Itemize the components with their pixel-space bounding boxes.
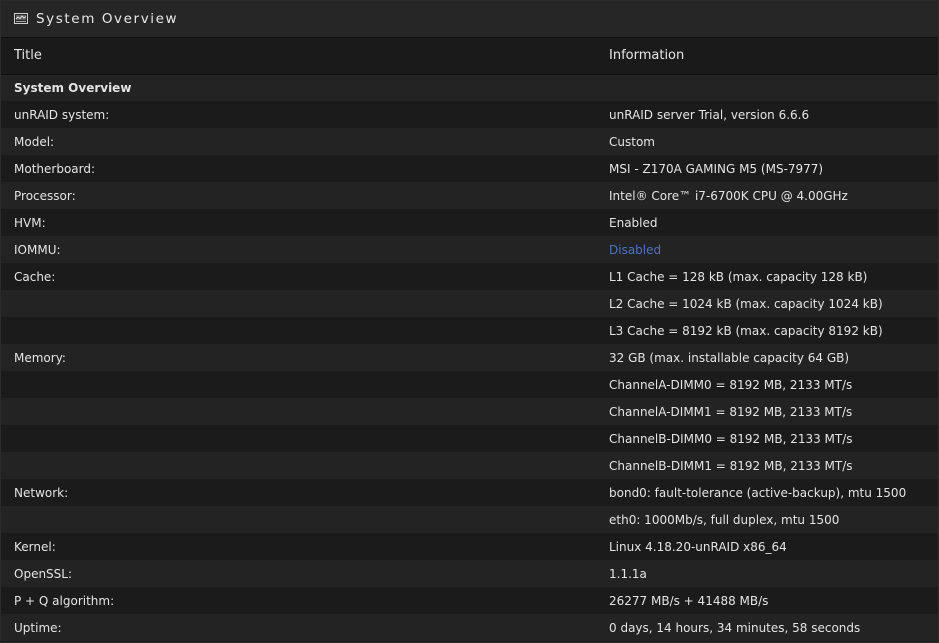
row-information: L1 Cache = 128 kB (max. capacity 128 kB) — [609, 269, 868, 284]
table-row: ChannelA-DIMM1 = 8192 MB, 2133 MT/s — [1, 398, 938, 425]
table-row: L3 Cache = 8192 kB (max. capacity 8192 k… — [1, 317, 938, 344]
row-information: unRAID server Trial, version 6.6.6 — [609, 107, 810, 122]
row-information: ChannelB-DIMM0 = 8192 MB, 2133 MT/s — [609, 431, 853, 446]
table-row: ChannelB-DIMM0 = 8192 MB, 2133 MT/s — [1, 425, 938, 452]
column-header-information: Information — [609, 48, 685, 64]
table-row: Model: Custom — [1, 128, 938, 155]
row-information — [596, 74, 938, 101]
table-row: Motherboard: MSI - Z170A GAMING M5 (MS-79… — [1, 155, 938, 182]
row-title: Kernel: — [14, 539, 56, 554]
table-body: System Overview unRAID system: unRAID serv… — [1, 74, 938, 641]
row-title — [1, 452, 596, 479]
section-header-row: System Overview — [1, 74, 938, 101]
row-information: MSI - Z170A GAMING M5 (MS-7977) — [609, 161, 824, 176]
row-title: Processor: — [14, 188, 76, 203]
table-row: eth0: 1000Mb/s, full duplex, mtu 1500 — [1, 506, 938, 533]
row-information: ChannelA-DIMM0 = 8192 MB, 2133 MT/s — [609, 377, 853, 392]
row-information: ChannelB-DIMM1 = 8192 MB, 2133 MT/s — [609, 458, 853, 473]
row-title — [1, 317, 596, 344]
table-row: Processor: Intel® Core™ i7-6700K CPU @ 4.… — [1, 182, 938, 209]
row-title: Model: — [14, 134, 55, 149]
panel-title: System Overview — [36, 11, 179, 27]
row-title: Memory: — [14, 350, 66, 365]
system-overview-panel: System Overview Title Information System… — [0, 0, 939, 643]
monitor-chart-icon — [14, 13, 28, 24]
row-title: Uptime: — [14, 620, 62, 635]
row-information: Intel® Core™ i7-6700K CPU @ 4.00GHz — [609, 188, 848, 203]
column-header-title: Title — [14, 48, 42, 64]
table-row: unRAID system: unRAID server Trial, versi… — [1, 101, 938, 128]
row-title: P + Q algorithm: — [14, 593, 115, 608]
row-information: L3 Cache = 8192 kB (max. capacity 8192 k… — [609, 323, 883, 338]
iommu-status-link[interactable]: Disabled — [609, 243, 661, 257]
row-information: Custom — [609, 134, 655, 149]
table-row: L2 Cache = 1024 kB (max. capacity 1024 k… — [1, 290, 938, 317]
table-row: ChannelB-DIMM1 = 8192 MB, 2133 MT/s — [1, 452, 938, 479]
table-row: Uptime: 0 days, 14 hours, 34 minutes, 58 … — [1, 614, 938, 641]
system-info-table: Title Information System Overview unRAID … — [1, 38, 938, 641]
row-title: System Overview — [14, 80, 132, 95]
row-title — [1, 506, 596, 533]
table-row: Cache: L1 Cache = 128 kB (max. capacity 1… — [1, 263, 938, 290]
row-title — [1, 290, 596, 317]
row-information: 0 days, 14 hours, 34 minutes, 58 seconds — [609, 620, 861, 635]
row-title — [1, 371, 596, 398]
row-title: OpenSSL: — [14, 566, 73, 581]
table-row: HVM: Enabled — [1, 209, 938, 236]
table-row: P + Q algorithm: 26277 MB/s + 41488 MB/s — [1, 587, 938, 614]
row-title: HVM: — [14, 215, 46, 230]
row-title — [1, 398, 596, 425]
row-information: 1.1.1a — [609, 566, 647, 581]
table-row: IOMMU: Disabled — [1, 236, 938, 263]
row-information: Linux 4.18.20-unRAID x86_64 — [609, 539, 787, 554]
table-row: OpenSSL: 1.1.1a — [1, 560, 938, 587]
row-information: 32 GB (max. installable capacity 64 GB) — [609, 350, 850, 365]
row-information: ChannelA-DIMM1 = 8192 MB, 2133 MT/s — [609, 404, 853, 419]
row-information: bond0: fault-tolerance (active-backup), … — [609, 485, 907, 500]
table-header-row: Title Information — [1, 38, 938, 74]
table-row: Kernel: Linux 4.18.20-unRAID x86_64 — [1, 533, 938, 560]
row-title: IOMMU: — [14, 242, 61, 257]
row-title: unRAID system: — [14, 107, 110, 122]
row-information: 26277 MB/s + 41488 MB/s — [609, 593, 769, 608]
row-title: Cache: — [14, 269, 56, 284]
row-title: Network: — [14, 485, 69, 500]
table-row: Memory: 32 GB (max. installable capacity … — [1, 344, 938, 371]
row-information: L2 Cache = 1024 kB (max. capacity 1024 k… — [609, 296, 883, 311]
table-row: ChannelA-DIMM0 = 8192 MB, 2133 MT/s — [1, 371, 938, 398]
row-title: Motherboard: — [14, 161, 96, 176]
row-title — [1, 425, 596, 452]
row-information: Enabled — [609, 215, 658, 230]
row-information: eth0: 1000Mb/s, full duplex, mtu 1500 — [609, 512, 840, 527]
table-row: Network: bond0: fault-tolerance (active-b… — [1, 479, 938, 506]
row-information: Disabled — [596, 236, 938, 263]
panel-title-bar: System Overview — [1, 1, 938, 38]
